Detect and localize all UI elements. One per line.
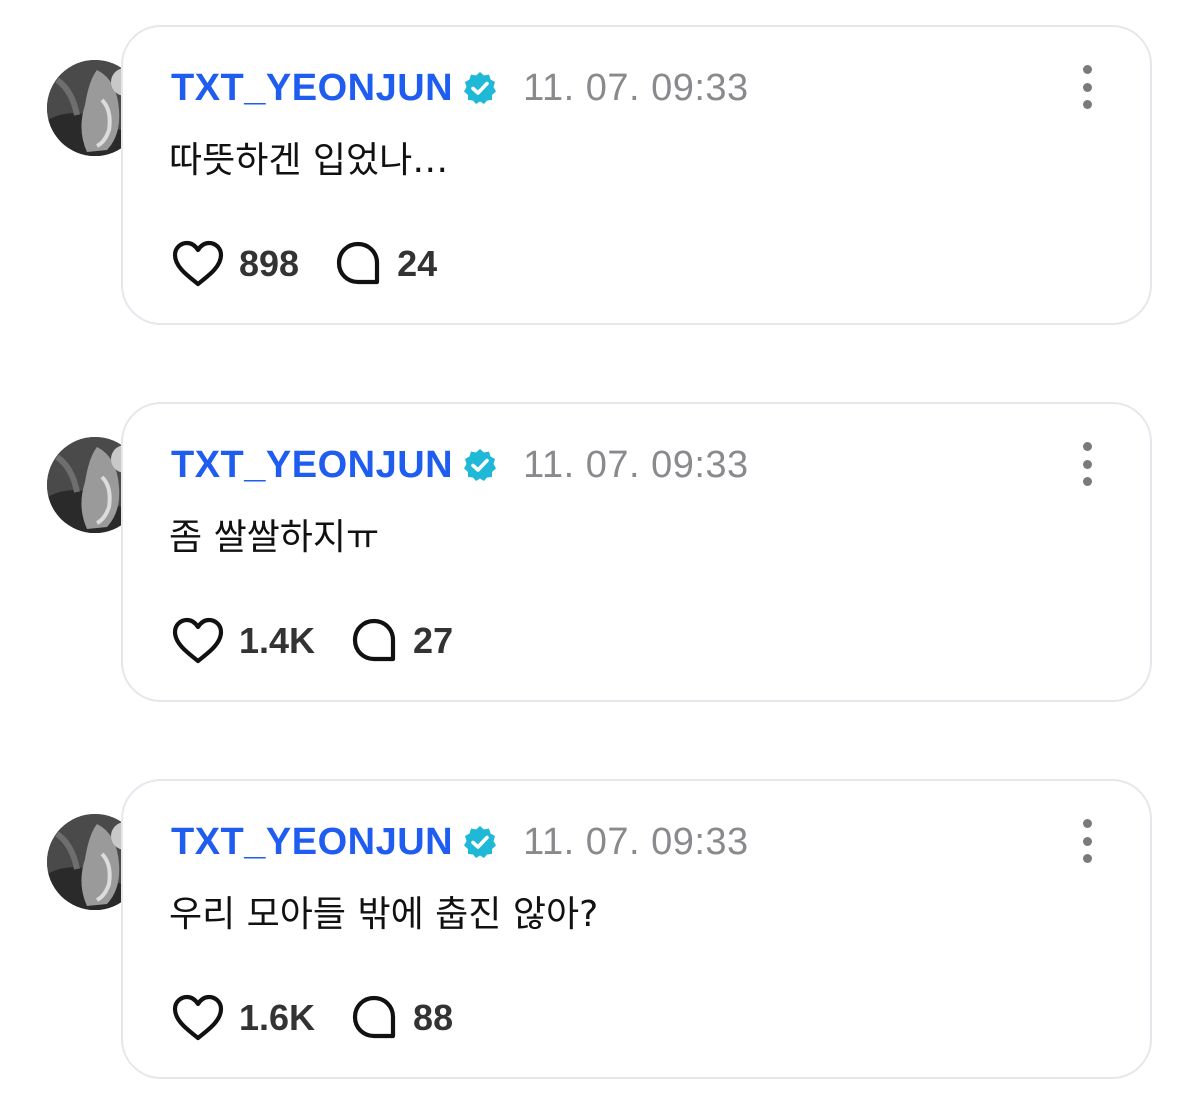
like-count: 1.6K	[239, 997, 316, 1038]
post-timestamp: 11. 07. 09:33	[523, 443, 749, 486]
username[interactable]: TXT_YEONJUN	[171, 67, 453, 110]
reply-count: 24	[397, 243, 438, 284]
like-count: 1.4K	[239, 620, 316, 661]
verified-badge-icon	[463, 448, 497, 482]
username[interactable]: TXT_YEONJUN	[171, 821, 453, 864]
like-button[interactable]: 898	[171, 240, 299, 288]
reply-button[interactable]: 88	[349, 993, 453, 1043]
post-card[interactable]: TXT_YEONJUN 11. 07. 09:33 우리 모아들 밖에 춥진 않…	[121, 779, 1152, 1079]
post-text: 우리 모아들 밖에 춥진 않아?	[169, 894, 599, 935]
post-header: TXT_YEONJUN 11. 07. 09:33	[171, 63, 749, 113]
heart-icon	[172, 617, 224, 664]
post-header: TXT_YEONJUN 11. 07. 09:33	[171, 440, 749, 490]
post: TXT_YEONJUN 11. 07. 09:33 따뜻하겐 입었나… 898	[0, 25, 1178, 330]
reply-count: 88	[413, 997, 454, 1038]
like-button[interactable]: 1.4K	[171, 617, 315, 665]
post-text: 좀 쌀쌀하지ㅠ	[169, 517, 380, 558]
more-options-button[interactable]	[1074, 819, 1100, 863]
post-actions: 898 24	[171, 239, 437, 289]
username[interactable]: TXT_YEONJUN	[171, 444, 453, 487]
like-button[interactable]: 1.6K	[171, 994, 315, 1042]
more-vertical-icon	[1082, 442, 1092, 451]
reply-button[interactable]: 24	[333, 239, 437, 289]
post-text: 따뜻하겐 입었나…	[169, 140, 449, 181]
more-options-button[interactable]	[1074, 442, 1100, 486]
post-timestamp: 11. 07. 09:33	[523, 820, 749, 863]
post-actions: 1.6K 88	[171, 993, 453, 1043]
like-count: 898	[239, 243, 300, 284]
post-card[interactable]: TXT_YEONJUN 11. 07. 09:33 좀 쌀쌀하지ㅠ 1.4K 2…	[121, 402, 1152, 702]
verified-badge-icon	[463, 825, 497, 859]
heart-icon	[172, 994, 224, 1041]
heart-icon	[172, 240, 224, 287]
speech-bubble-icon	[336, 241, 380, 285]
post-timestamp: 11. 07. 09:33	[523, 66, 749, 109]
post-actions: 1.4K 27	[171, 616, 453, 666]
speech-bubble-icon	[352, 995, 396, 1039]
post: TXT_YEONJUN 11. 07. 09:33 좀 쌀쌀하지ㅠ 1.4K 2…	[0, 402, 1178, 707]
more-options-button[interactable]	[1074, 65, 1100, 109]
reply-button[interactable]: 27	[349, 616, 453, 666]
post-card[interactable]: TXT_YEONJUN 11. 07. 09:33 따뜻하겐 입었나… 898	[121, 25, 1152, 325]
more-vertical-icon	[1082, 65, 1092, 74]
more-vertical-icon	[1082, 819, 1092, 828]
speech-bubble-icon	[352, 618, 396, 662]
post-header: TXT_YEONJUN 11. 07. 09:33	[171, 817, 749, 867]
post: TXT_YEONJUN 11. 07. 09:33 우리 모아들 밖에 춥진 않…	[0, 779, 1178, 1084]
reply-count: 27	[413, 620, 454, 661]
verified-badge-icon	[463, 71, 497, 105]
